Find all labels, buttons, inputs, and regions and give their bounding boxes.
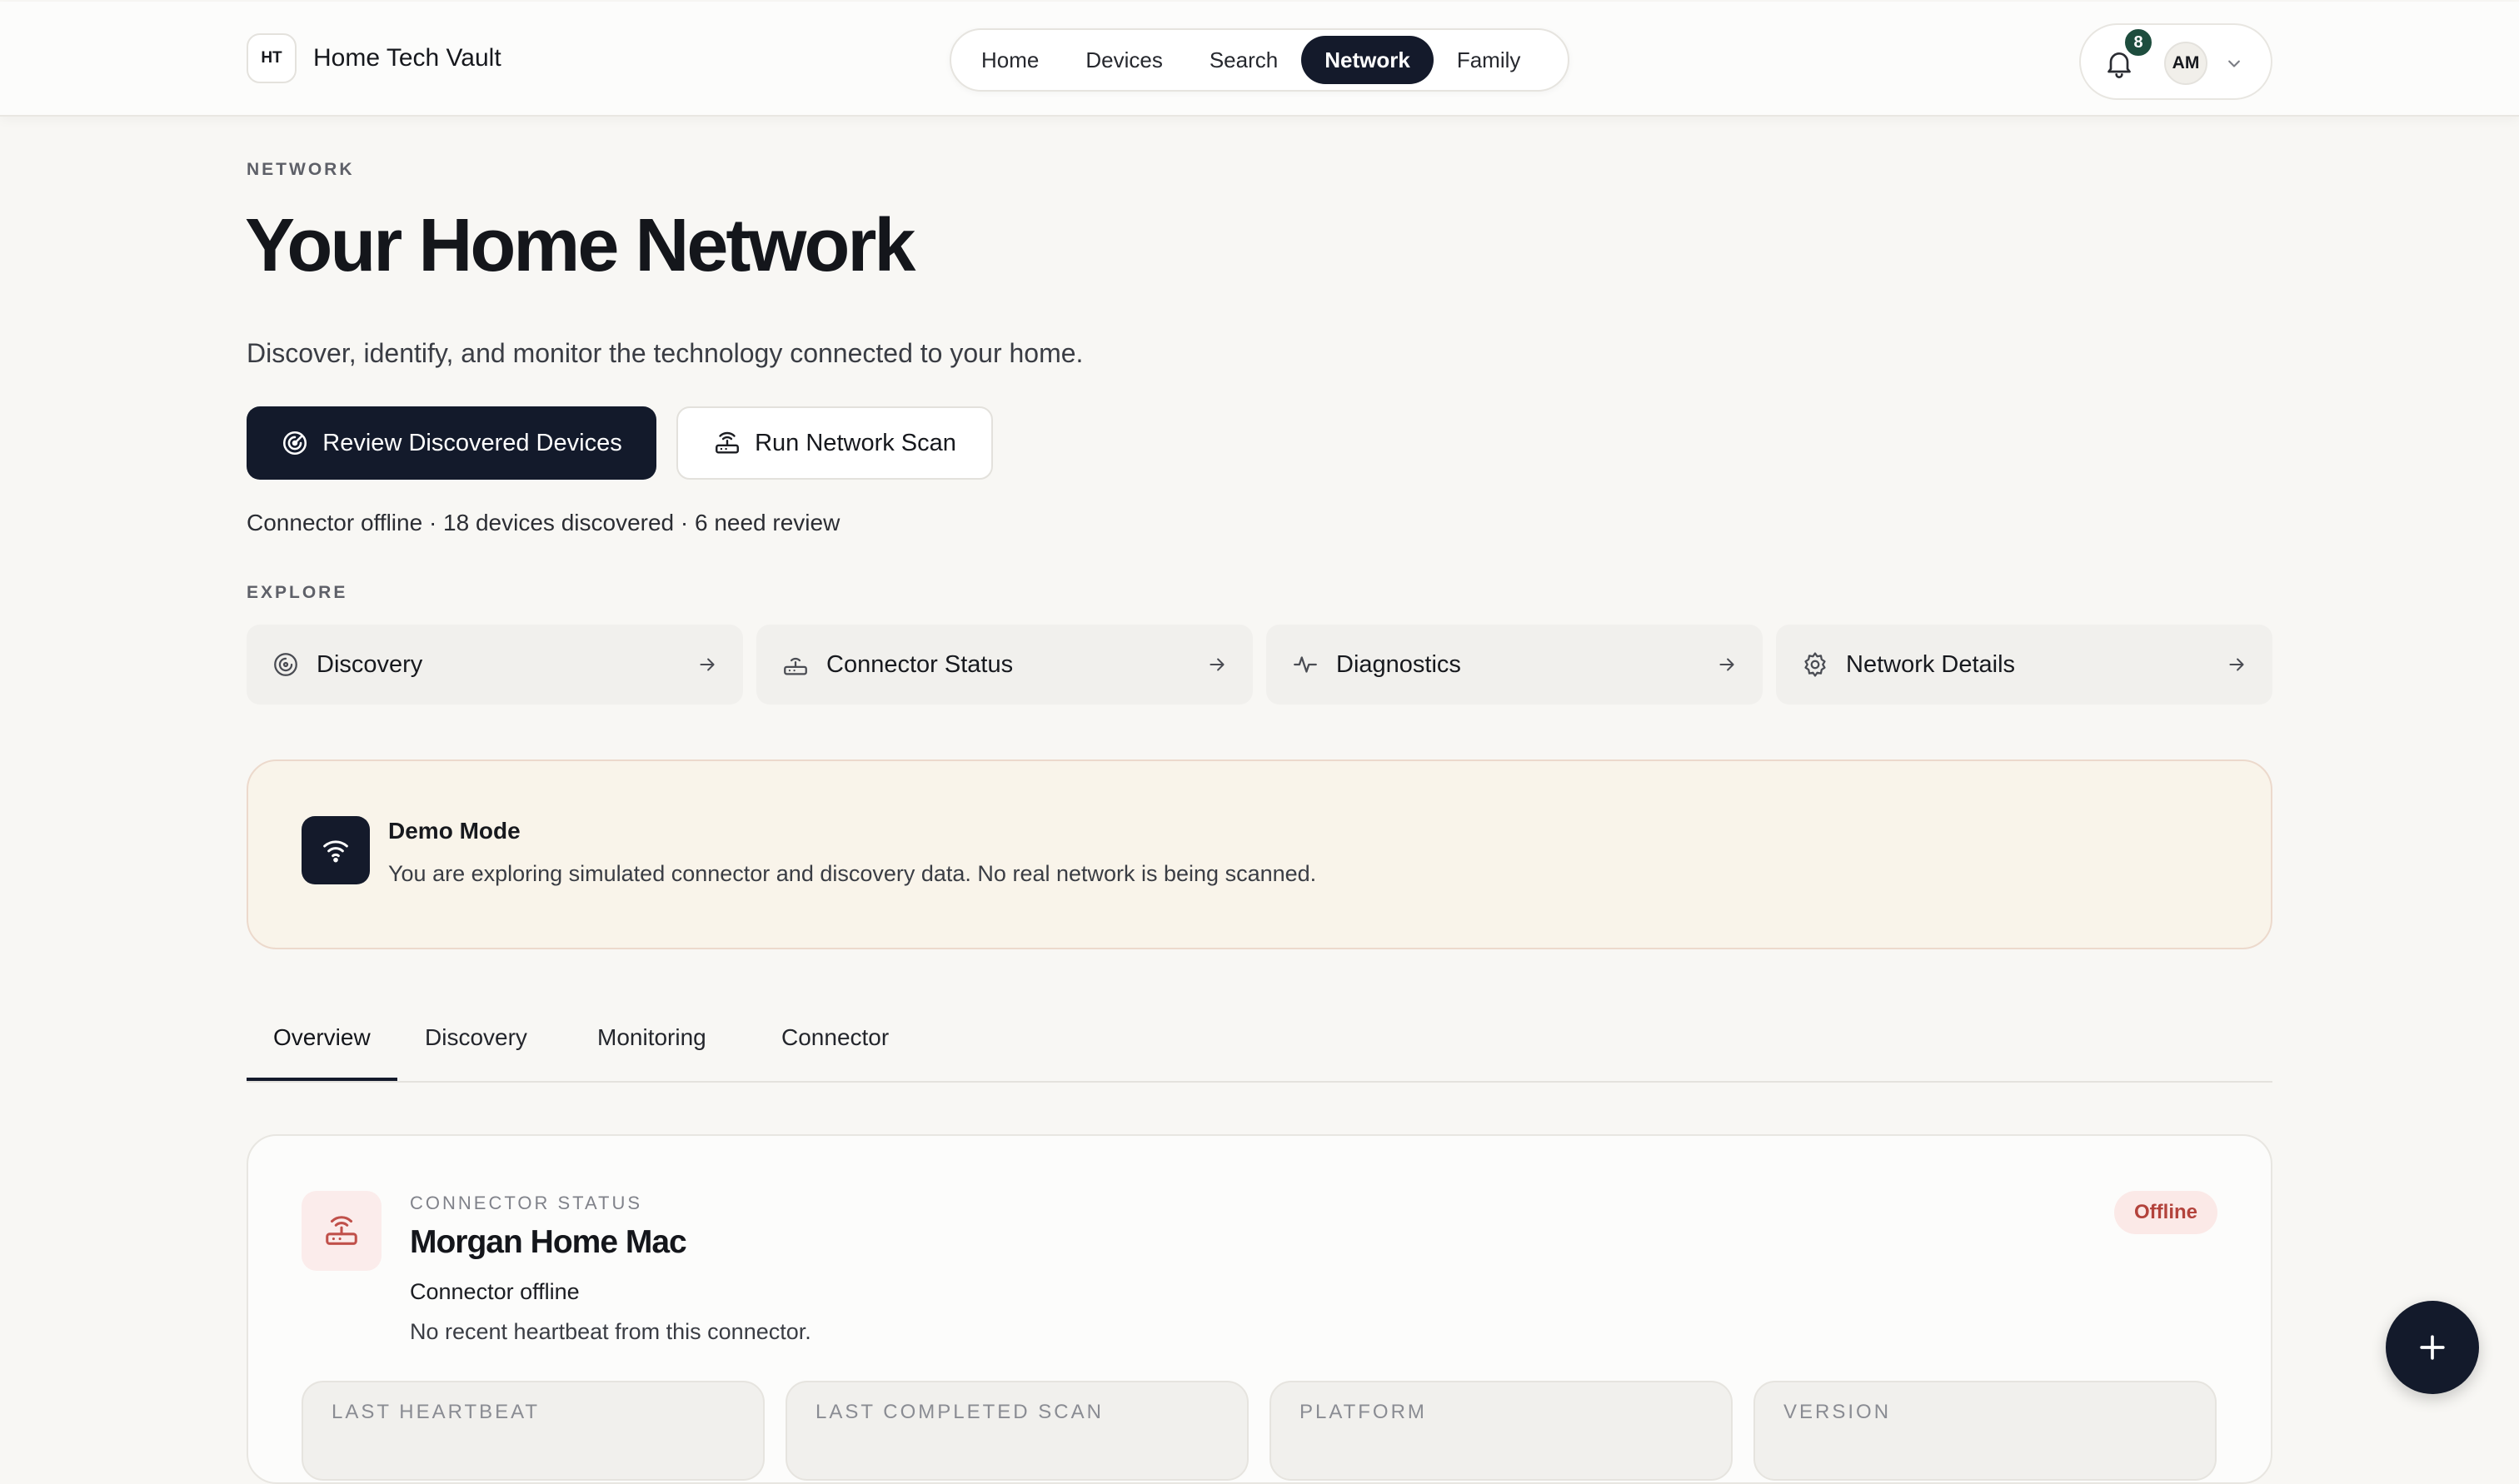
- arrow-right-icon: [700, 658, 715, 671]
- explore-card-label: Discovery: [317, 650, 423, 678]
- run-network-scan-button[interactable]: Run Network Scan: [676, 406, 993, 480]
- brand[interactable]: HT Home Tech Vault: [247, 33, 501, 83]
- add-button[interactable]: [2386, 1301, 2479, 1394]
- tab-monitoring[interactable]: Monitoring: [571, 1024, 733, 1081]
- connector-name: Morgan Home Mac: [410, 1224, 687, 1260]
- explore-card-discovery[interactable]: Discovery: [247, 625, 743, 705]
- connector-eyebrow: CONNECTOR STATUS: [410, 1193, 643, 1213]
- demo-mode-title: Demo Mode: [388, 818, 521, 844]
- avatar[interactable]: AM: [2164, 42, 2207, 85]
- nav-family[interactable]: Family: [1434, 36, 1544, 84]
- review-discovered-devices-label: Review Discovered Devices: [322, 429, 622, 456]
- demo-icon-tile: [302, 816, 370, 884]
- metric-platform: PLATFORM: [1269, 1381, 1733, 1481]
- radar-icon: [283, 431, 307, 456]
- metric-last-heartbeat: LAST HEARTBEAT: [302, 1381, 765, 1481]
- explore-card-diagnostics[interactable]: Diagnostics: [1266, 625, 1763, 705]
- connector-note: No recent heartbeat from this connector.: [410, 1319, 811, 1344]
- explore-card-label: Diagnostics: [1336, 650, 1461, 678]
- connector-state: Connector offline: [410, 1279, 580, 1304]
- demo-mode-text: You are exploring simulated connector an…: [388, 861, 1317, 886]
- gear-icon: [1804, 652, 1826, 677]
- main-nav: Home Devices Search Network Family: [950, 28, 1569, 92]
- tab-overview[interactable]: Overview: [247, 1024, 397, 1081]
- explore-card-label: Connector Status: [826, 650, 1014, 678]
- router-icon: [784, 657, 807, 675]
- status-badge: Offline: [2114, 1191, 2217, 1234]
- plus-icon: [2420, 1335, 2445, 1360]
- top-bar: HT Home Tech Vault Home Devices Search N…: [0, 2, 2519, 117]
- arrow-right-icon: [1719, 658, 1734, 671]
- wifi-icon: [323, 840, 348, 863]
- page-subtitle: Discover, identify, and monitor the tech…: [247, 338, 1084, 368]
- explore-card-connector-status[interactable]: Connector Status: [756, 625, 1253, 705]
- explore-card-label: Network Details: [1846, 650, 2016, 678]
- review-discovered-devices-button[interactable]: Review Discovered Devices: [247, 406, 656, 480]
- metric-version: VERSION: [1753, 1381, 2217, 1481]
- tab-connector[interactable]: Connector: [755, 1024, 915, 1081]
- network-tabs: Overview Discovery Monitoring Connector: [247, 1008, 2272, 1083]
- nav-devices[interactable]: Devices: [1062, 36, 1185, 84]
- explore-card-network-details[interactable]: Network Details: [1776, 625, 2272, 705]
- brand-name: Home Tech Vault: [313, 44, 501, 72]
- chevron-down-icon[interactable]: [2222, 52, 2246, 75]
- router-icon: [716, 431, 740, 454]
- run-network-scan-label: Run Network Scan: [755, 429, 956, 456]
- account-menu[interactable]: 8 AM: [2079, 23, 2272, 100]
- metric-label: PLATFORM: [1299, 1401, 1427, 1423]
- explore-heading: EXPLORE: [247, 583, 348, 602]
- metric-last-completed-scan: LAST COMPLETED SCAN: [786, 1381, 1249, 1481]
- metric-label: LAST HEARTBEAT: [332, 1401, 541, 1423]
- radar-icon: [274, 653, 297, 676]
- connector-icon-tile: [302, 1191, 382, 1271]
- arrow-right-icon: [1210, 658, 1225, 671]
- notification-count-badge: 8: [2122, 27, 2154, 58]
- arrow-right-icon: [2229, 658, 2244, 671]
- page-title: Your Home Network: [245, 204, 915, 287]
- metric-label: LAST COMPLETED SCAN: [816, 1401, 1104, 1423]
- page-eyebrow: NETWORK: [247, 160, 355, 179]
- tab-discovery[interactable]: Discovery: [398, 1024, 554, 1081]
- activity-icon: [1294, 656, 1317, 673]
- brand-logo: HT: [247, 33, 297, 83]
- metric-label: VERSION: [1783, 1401, 1892, 1423]
- nav-search[interactable]: Search: [1186, 36, 1301, 84]
- nav-network[interactable]: Network: [1301, 36, 1434, 84]
- network-status-summary: Connector offline · 18 devices discovere…: [247, 510, 840, 535]
- router-icon: [326, 1216, 357, 1245]
- demo-mode-banner: Demo Mode You are exploring simulated co…: [247, 759, 2272, 949]
- nav-home[interactable]: Home: [958, 36, 1062, 84]
- connector-status-card: CONNECTOR STATUS Morgan Home Mac Connect…: [247, 1134, 2272, 1484]
